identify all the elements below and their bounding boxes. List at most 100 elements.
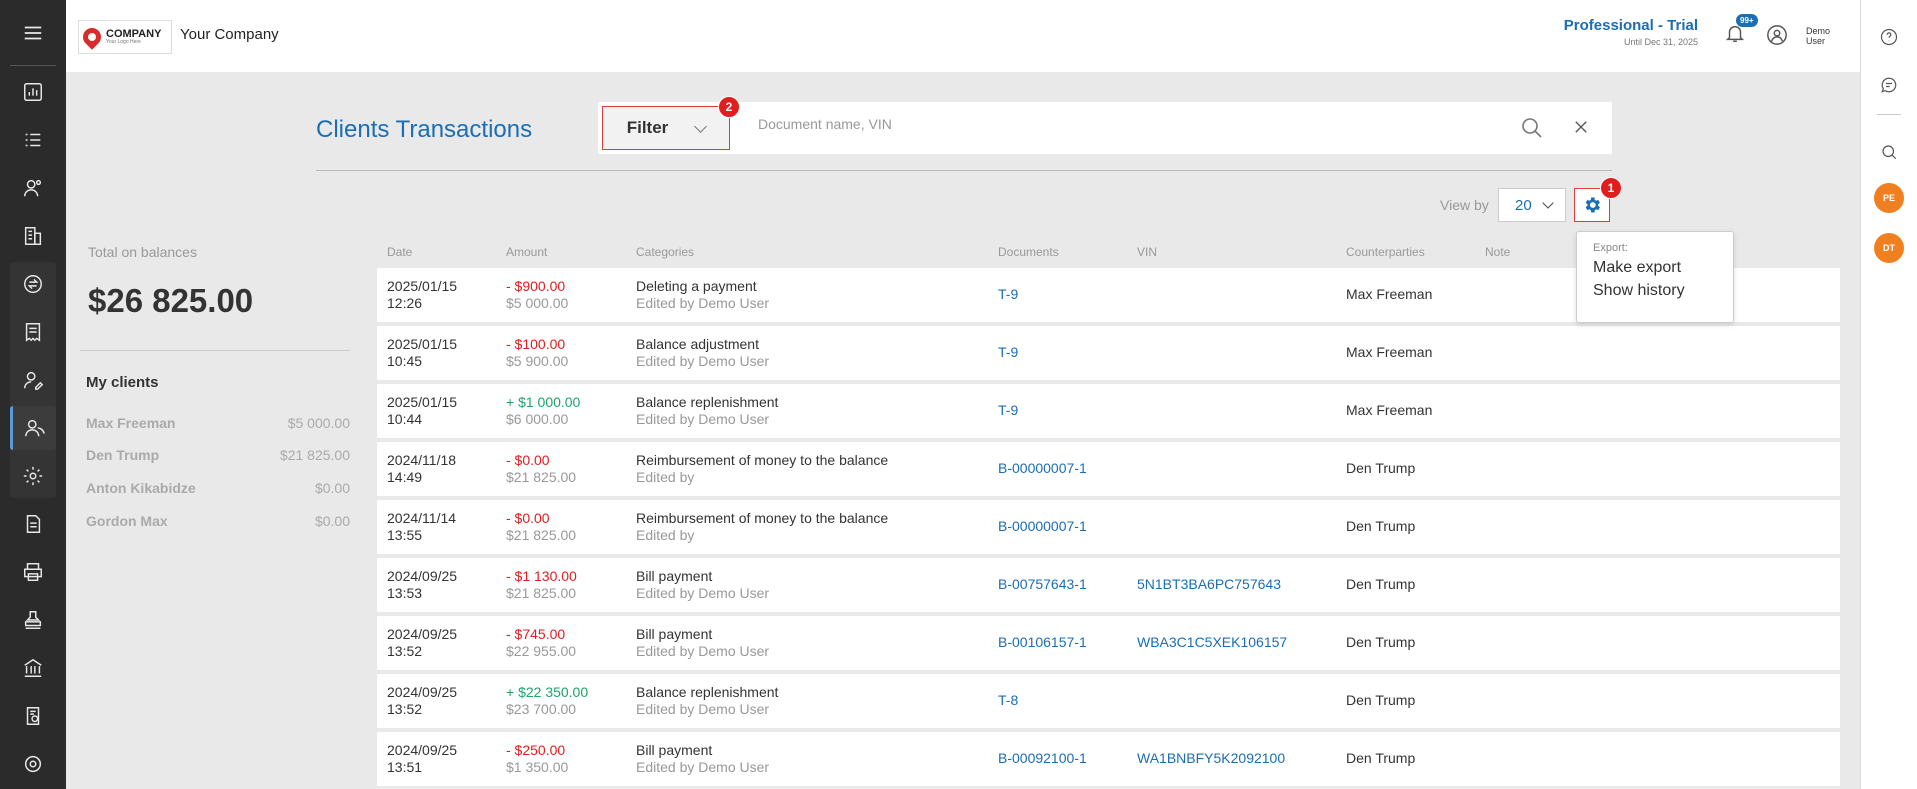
- right-rail: PE DT: [1860, 0, 1917, 789]
- table-row[interactable]: 2024/09/25 13:52 + $22 350.00 $23 700.00 Bal…: [377, 674, 1840, 728]
- user-avatar-button[interactable]: [1766, 24, 1788, 51]
- row-edited-by: Edited by: [636, 469, 695, 485]
- nav-stamp[interactable]: [10, 598, 56, 642]
- row-vin-link[interactable]: 5N1BT3BA6PC757643: [1137, 576, 1281, 593]
- amount-cell: - $0.00 $21 825.00: [506, 510, 576, 544]
- row-document-link[interactable]: B-00757643-1: [998, 576, 1087, 593]
- nav-settings-cog[interactable]: [10, 454, 56, 498]
- client-item[interactable]: Den Trump $21 825.00: [86, 447, 350, 463]
- table-row[interactable]: 2024/11/14 13:55 - $0.00 $21 825.00 Reimburs…: [377, 500, 1840, 554]
- rail-search-button[interactable]: [1878, 141, 1900, 163]
- search-icon: [1882, 145, 1897, 160]
- row-balance-after: $6 000.00: [506, 411, 569, 427]
- row-balance-after: $22 955.00: [506, 643, 577, 659]
- column-header-vin[interactable]: VIN: [1137, 245, 1157, 259]
- row-vin-link[interactable]: WBA3C1C5XEK106157: [1137, 634, 1287, 651]
- column-header-note[interactable]: Note: [1485, 245, 1510, 259]
- nav-bank[interactable]: [10, 646, 56, 690]
- row-date: 2024/09/25: [387, 742, 458, 758]
- chat-button[interactable]: [1878, 74, 1900, 96]
- show-history-item[interactable]: Show history: [1593, 282, 1717, 300]
- table-row[interactable]: 2025/01/15 10:45 - $100.00 $5 900.00 Balance…: [377, 326, 1840, 380]
- amount-cell: - $900.00 $5 000.00: [506, 278, 568, 312]
- search-button[interactable]: [1520, 116, 1544, 145]
- nav-dashboard[interactable]: [10, 70, 56, 114]
- row-document-link[interactable]: T-8: [998, 692, 1018, 709]
- column-header-counterparties[interactable]: Counterparties: [1346, 245, 1425, 259]
- client-item[interactable]: Gordon Max $0.00: [86, 513, 350, 529]
- row-time: 12:26: [387, 295, 423, 311]
- row-amount: - $100.00: [506, 336, 566, 352]
- row-document-link[interactable]: B-00106157-1: [998, 634, 1087, 651]
- close-icon: [1575, 121, 1587, 133]
- table-row[interactable]: 2025/01/15 10:44 + $1 000.00 $6 000.00 Balan…: [377, 384, 1840, 438]
- notifications-button[interactable]: 99+: [1724, 14, 1758, 48]
- title-divider: [316, 170, 1612, 171]
- row-amount: + $22 350.00: [506, 684, 589, 700]
- nav-printer[interactable]: [10, 550, 56, 594]
- top-bar: COMPANY Your Logo Here Your Company Prof…: [66, 0, 1860, 72]
- help-button[interactable]: [1878, 26, 1900, 48]
- nav-tasks[interactable]: [10, 118, 56, 162]
- row-counterparty: Max Freeman: [1346, 402, 1433, 418]
- date-cell: 2024/11/18 14:49: [387, 452, 456, 486]
- row-time: 13:52: [387, 643, 423, 659]
- row-document-link[interactable]: B-00092100-1: [998, 750, 1087, 767]
- row-counterparty: Den Trump: [1346, 634, 1416, 650]
- nav-buildings[interactable]: [10, 214, 56, 258]
- row-counterparty: Den Trump: [1346, 750, 1416, 766]
- step-marker-filter: 2: [718, 96, 740, 118]
- row-time: 14:49: [387, 469, 423, 485]
- column-header-date[interactable]: Date: [387, 245, 412, 259]
- clear-search-button[interactable]: [1572, 118, 1590, 141]
- row-time: 13:52: [387, 701, 423, 717]
- row-amount: - $250.00: [506, 742, 566, 758]
- client-name: Den Trump: [86, 447, 160, 463]
- company-logo[interactable]: COMPANY Your Logo Here: [78, 20, 172, 54]
- sidebar-group: [10, 262, 56, 498]
- table-row[interactable]: 2024/09/25 13:53 - $1 130.00 $21 825.00 Bill…: [377, 558, 1840, 612]
- row-vin-link[interactable]: WA1BNBFY5K2092100: [1137, 750, 1285, 767]
- category-cell: Deleting a payment Edited by Demo User: [636, 278, 769, 312]
- company-name[interactable]: Your Company: [180, 26, 279, 43]
- row-balance-after: $21 825.00: [506, 585, 577, 601]
- column-header-amount[interactable]: Amount: [506, 245, 547, 259]
- nav-invoices[interactable]: [10, 310, 56, 354]
- column-header-categories[interactable]: Categories: [636, 245, 694, 259]
- row-balance-after: $5 000.00: [506, 295, 569, 311]
- nav-user-edit[interactable]: [10, 358, 56, 402]
- row-date: 2024/11/14: [387, 510, 457, 526]
- help-icon: [1880, 28, 1898, 46]
- make-export-item[interactable]: Make export: [1593, 259, 1717, 277]
- table-row[interactable]: 2024/09/25 13:52 - $745.00 $22 955.00 Bill p…: [377, 616, 1840, 670]
- row-document-link[interactable]: T-9: [998, 286, 1018, 303]
- row-document-link[interactable]: B-00000007-1: [998, 460, 1087, 477]
- row-document-link[interactable]: T-9: [998, 344, 1018, 361]
- table-row[interactable]: 2024/11/18 14:49 - $0.00 $21 825.00 Reimburs…: [377, 442, 1840, 496]
- nav-documents[interactable]: [10, 502, 56, 546]
- client-name: Anton Kikabidze: [86, 480, 196, 496]
- nav-clients[interactable]: [10, 406, 56, 450]
- table-row[interactable]: 2024/09/25 13:51 - $250.00 $1 350.00 Bill pa…: [377, 732, 1840, 786]
- view-by-select[interactable]: 20: [1498, 188, 1566, 222]
- search-input[interactable]: [758, 116, 1518, 132]
- avatar-pe[interactable]: PE: [1874, 183, 1904, 213]
- nav-customers[interactable]: [10, 166, 56, 210]
- user-name[interactable]: Demo User: [1806, 26, 1840, 47]
- client-item[interactable]: Max Freeman $5 000.00: [86, 415, 350, 431]
- avatar-dt[interactable]: DT: [1874, 233, 1904, 263]
- client-item[interactable]: Anton Kikabidze $0.00: [86, 480, 350, 496]
- nav-exchange[interactable]: [10, 262, 56, 306]
- nav-reports[interactable]: [10, 694, 56, 738]
- menu-toggle-button[interactable]: [10, 0, 56, 66]
- filter-button[interactable]: Filter: [602, 106, 730, 150]
- row-category: Bill payment: [636, 568, 713, 584]
- client-balance: $5 000.00: [287, 415, 350, 431]
- row-document-link[interactable]: B-00000007-1: [998, 518, 1087, 535]
- export-menu: Export: Make export Show history: [1576, 231, 1734, 323]
- plan-info[interactable]: Professional - Trial Until Dec 31, 2025: [1564, 17, 1698, 47]
- row-document-link[interactable]: T-9: [998, 402, 1018, 419]
- nav-settings[interactable]: [10, 742, 56, 786]
- chevron-down-icon: [694, 119, 708, 133]
- column-header-documents[interactable]: Documents: [998, 245, 1059, 259]
